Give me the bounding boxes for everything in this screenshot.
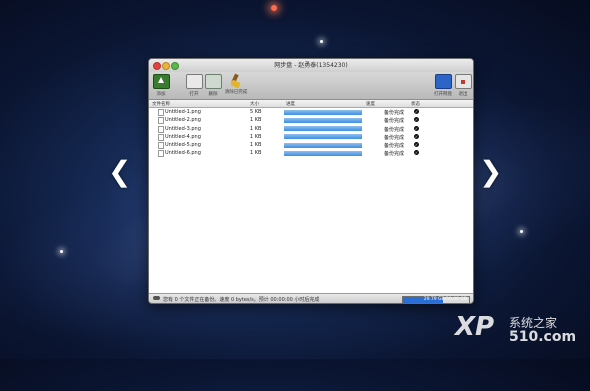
check-icon: ✓ — [414, 117, 419, 123]
file-row[interactable]: Untitled-2.png 1 KB 备份完成 ✓ — [149, 116, 473, 125]
add-label: 添加 — [156, 92, 166, 97]
file-name: Untitled-1.png — [165, 109, 201, 115]
star — [320, 40, 323, 43]
exit-button[interactable]: 退出 — [451, 74, 473, 97]
file-size: 1 KB — [250, 142, 262, 149]
status-bar: 您有 0 个文件正在备份。速度 0 bytes/s。预计 00:00:00 小时… — [149, 293, 473, 303]
progress-fill — [284, 109, 362, 115]
table-header: 文件名称 大小 进度 速度 状态 — [149, 100, 473, 108]
file-size: 1 KB — [250, 117, 262, 124]
open-file-icon — [185, 74, 203, 89]
file-size: 1 KB — [250, 133, 262, 140]
star — [271, 5, 277, 11]
previous-slide-arrow-icon[interactable]: ❮ — [108, 158, 131, 186]
progress-bar — [284, 117, 362, 123]
check-icon: ✓ — [414, 150, 419, 156]
progress-fill — [284, 142, 362, 148]
progress-bar — [284, 109, 362, 115]
progress-bar — [284, 150, 362, 156]
column-header-size[interactable]: 大小 — [250, 101, 259, 107]
file-status: 备份完成 — [384, 151, 405, 158]
file-row[interactable]: Untitled-1.png 5 KB 备份完成 ✓ — [149, 108, 473, 116]
check-icon: ✓ — [414, 142, 419, 148]
file-size: 1 KB — [250, 150, 262, 157]
column-header-name[interactable]: 文件名称 — [152, 101, 170, 107]
file-list: Untitled-1.png 5 KB 备份完成 ✓ Untitled-2.png 1 K… — [149, 108, 473, 158]
star — [520, 230, 523, 233]
cloud-icon — [153, 296, 160, 300]
column-header-speed[interactable]: 速度 — [366, 101, 375, 107]
file-row[interactable]: Untitled-5.png 1 KB 备份完成 ✓ — [149, 141, 473, 150]
app-window: 网步盘 - 赵勇泰(1354230) 添加 打开 删除 清除已完成 打开网盘 退… — [148, 58, 474, 304]
site-watermark: XP 系统之家 510.com — [455, 310, 585, 350]
broom-icon — [229, 74, 244, 87]
file-name: Untitled-2.png — [165, 117, 201, 124]
clear-completed-label: 清除已完成 — [224, 90, 248, 95]
file-name: Untitled-5.png — [165, 142, 201, 149]
file-icon — [158, 125, 164, 133]
next-slide-arrow-icon[interactable]: ❯ — [479, 158, 502, 186]
column-header-progress[interactable]: 进度 — [286, 101, 295, 107]
add-icon — [152, 74, 170, 89]
file-name: Untitled-6.png — [165, 150, 201, 157]
add-button[interactable]: 添加 — [149, 74, 173, 97]
file-status: 备份完成 — [384, 118, 405, 125]
file-icon — [158, 142, 164, 150]
progress-fill — [284, 134, 362, 140]
watermark-brand: XP — [455, 312, 495, 342]
file-name: Untitled-3.png — [165, 125, 201, 132]
netdisk-site-icon — [434, 74, 452, 89]
file-row[interactable]: Untitled-4.png 1 KB 备份完成 ✓ — [149, 133, 473, 141]
file-size: 5 KB — [250, 109, 262, 115]
delete-button[interactable]: 删除 — [201, 74, 225, 97]
toolbar: 添加 打开 删除 清除已完成 打开网盘 退出 — [149, 72, 473, 100]
delete-icon — [204, 74, 222, 89]
window-title: 网步盘 - 赵勇泰(1354230) — [274, 62, 348, 69]
check-icon: ✓ — [414, 109, 419, 114]
status-text: 您有 0 个文件正在备份。速度 0 bytes/s。预计 00:00:00 小时… — [163, 296, 320, 303]
file-icon — [158, 150, 164, 158]
check-icon: ✓ — [414, 133, 419, 139]
file-status: 备份完成 — [384, 134, 405, 141]
star — [60, 250, 63, 253]
file-icon — [158, 109, 164, 116]
progress-fill — [284, 150, 362, 156]
file-icon — [158, 117, 164, 125]
file-icon — [158, 133, 164, 141]
title-bar: 网步盘 - 赵勇泰(1354230) — [149, 59, 473, 72]
exit-label: 退出 — [458, 92, 468, 97]
file-row[interactable]: Untitled-3.png 1 KB 备份完成 ✓ — [149, 125, 473, 133]
file-name: Untitled-4.png — [165, 133, 201, 140]
progress-fill — [284, 126, 362, 132]
file-status: 备份完成 — [384, 143, 405, 150]
file-status: 备份完成 — [384, 126, 405, 133]
exit-icon — [454, 74, 472, 89]
file-size: 1 KB — [250, 125, 262, 132]
progress-bar — [284, 142, 362, 148]
storage-quota-bar: 29.79 GB/50.00 GB — [402, 295, 470, 303]
progress-fill — [284, 117, 362, 123]
progress-bar — [284, 134, 362, 140]
progress-bar — [284, 126, 362, 132]
file-status: 备份完成 — [384, 110, 405, 116]
clear-completed-button[interactable]: 清除已完成 — [224, 74, 248, 95]
delete-label: 删除 — [208, 92, 218, 97]
column-header-status[interactable]: 状态 — [411, 101, 420, 107]
storage-quota-text: 29.79 GB/50.00 GB — [423, 296, 467, 302]
check-icon: ✓ — [414, 125, 419, 131]
watermark-number: 510.com — [509, 329, 577, 345]
file-row[interactable]: Untitled-6.png 1 KB 备份完成 ✓ — [149, 149, 473, 158]
